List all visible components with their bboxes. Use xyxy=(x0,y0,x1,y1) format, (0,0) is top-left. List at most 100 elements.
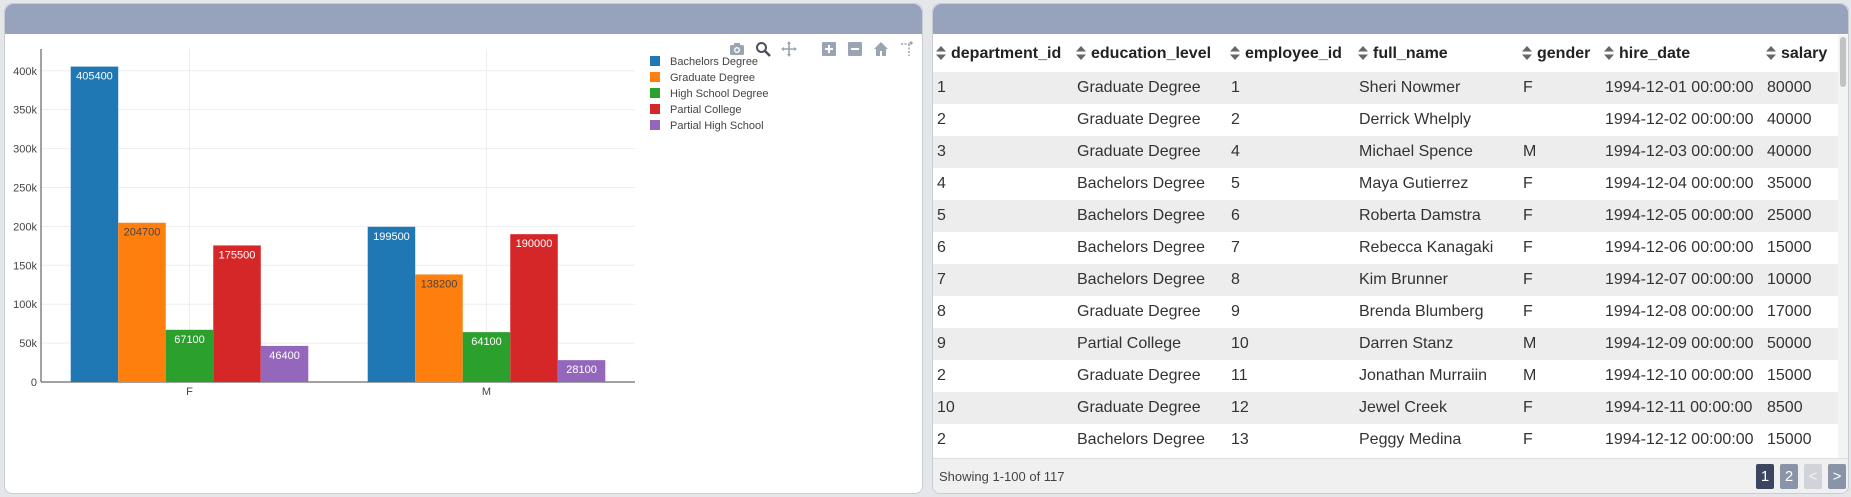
table-cell: 1994-12-09 00:00:00 xyxy=(1601,328,1763,360)
legend-swatch[interactable] xyxy=(650,120,660,130)
column-header-label: education_level xyxy=(1091,44,1212,62)
table-cell: 2 xyxy=(933,360,1073,392)
table-cell: F xyxy=(1519,392,1601,424)
table-cell: 9 xyxy=(1227,296,1355,328)
zoom-in-icon[interactable] xyxy=(819,40,839,58)
table-cell: Darren Stanz xyxy=(1355,328,1519,360)
table-cell: 8 xyxy=(1227,264,1355,296)
table-row[interactable]: 2 Graduate Degree 11 Jonathan Murraiin M 1994… xyxy=(933,360,1840,392)
spike-lines-icon[interactable] xyxy=(897,40,917,58)
bar-data-label: 204700 xyxy=(124,227,161,239)
bar-data-label: 67100 xyxy=(174,334,205,346)
sort-icon[interactable] xyxy=(1229,46,1241,61)
table-cell: 13 xyxy=(1227,424,1355,456)
sort-icon[interactable] xyxy=(1603,46,1615,61)
bar[interactable] xyxy=(415,274,463,382)
zoom-icon[interactable] xyxy=(753,40,773,58)
x-tick-label: F xyxy=(186,386,193,398)
table-row[interactable]: 4 Bachelors Degree 5 Maya Gutierrez F 1994-12… xyxy=(933,168,1840,200)
sort-icon[interactable] xyxy=(1357,46,1369,61)
bar[interactable] xyxy=(70,66,119,382)
table-cell: 50000 xyxy=(1763,328,1840,360)
table-cell: 15000 xyxy=(1763,232,1840,264)
bar-data-label: 28100 xyxy=(566,364,597,376)
table-row[interactable]: 5 Bachelors Degree 6 Roberta Damstra F 1994-1… xyxy=(933,200,1840,232)
table-cell: 1994-12-08 00:00:00 xyxy=(1601,296,1763,328)
vertical-scrollbar[interactable] xyxy=(1838,35,1848,460)
table-row[interactable]: 3 Graduate Degree 4 Michael Spence M 1994-12-… xyxy=(933,136,1840,168)
table-cell: 80000 xyxy=(1763,72,1840,104)
table-cell: M xyxy=(1519,328,1601,360)
column-header-department-id[interactable]: department_id xyxy=(933,35,1073,72)
table-cell: 1994-12-06 00:00:00 xyxy=(1601,232,1763,264)
bar[interactable] xyxy=(510,234,558,382)
column-header-gender[interactable]: gender xyxy=(1519,35,1601,72)
y-tick-label: 300k xyxy=(13,144,37,156)
column-header-salary[interactable]: salary xyxy=(1763,35,1840,72)
table-cell: 6 xyxy=(933,232,1073,264)
table-cell: 15000 xyxy=(1763,424,1840,456)
column-header-hire-date[interactable]: hire_date xyxy=(1601,35,1763,72)
previous-page-button[interactable]: < xyxy=(1804,464,1822,489)
table-cell: Brenda Blumberg xyxy=(1355,296,1519,328)
table-cell: Bachelors Degree xyxy=(1073,200,1227,232)
zoom-out-icon[interactable] xyxy=(845,40,865,58)
table-cell: Graduate Degree xyxy=(1073,72,1227,104)
table-cell: Rebecca Kanagaki xyxy=(1355,232,1519,264)
table-row[interactable]: 6 Bachelors Degree 7 Rebecca Kanagaki F 1994-… xyxy=(933,232,1840,264)
bar[interactable] xyxy=(213,245,261,382)
table-cell: 40000 xyxy=(1763,104,1840,136)
table-row[interactable]: 10 Graduate Degree 12 Jewel Creek F 1994-12-1… xyxy=(933,392,1840,424)
table-row[interactable]: 9 Partial College 10 Darren Stanz M 1994-12-0… xyxy=(933,328,1840,360)
page-button-2[interactable]: 2 xyxy=(1780,464,1798,489)
column-header-education-level[interactable]: education_level xyxy=(1073,35,1227,72)
table-cell: Maya Gutierrez xyxy=(1355,168,1519,200)
bar-data-label: 64100 xyxy=(471,336,502,348)
legend-label[interactable]: Partial High School xyxy=(670,120,764,132)
legend-swatch[interactable] xyxy=(650,104,660,114)
table-cell: 8 xyxy=(933,296,1073,328)
pan-icon[interactable] xyxy=(779,40,799,58)
bar[interactable] xyxy=(118,222,166,382)
table-cell: M xyxy=(1519,136,1601,168)
scrollbar-thumb[interactable] xyxy=(1840,37,1846,87)
home-icon[interactable] xyxy=(871,40,891,58)
table-cell: 1 xyxy=(933,72,1073,104)
sort-icon[interactable] xyxy=(1765,46,1777,61)
table-cell: Graduate Degree xyxy=(1073,104,1227,136)
legend-label[interactable]: Graduate Degree xyxy=(670,72,755,84)
bar-data-label: 199500 xyxy=(373,231,410,243)
camera-icon[interactable] xyxy=(727,40,747,58)
sort-icon[interactable] xyxy=(1521,46,1533,61)
table-cell: 1994-12-04 00:00:00 xyxy=(1601,168,1763,200)
table-scroll-area[interactable]: department_id education_level employee_id f… xyxy=(933,35,1840,460)
table-cell: 1994-12-03 00:00:00 xyxy=(1601,136,1763,168)
table-row[interactable]: 2 Bachelors Degree 13 Peggy Medina F 1994-12-… xyxy=(933,424,1840,456)
table-cell: 1 xyxy=(1227,72,1355,104)
legend-swatch[interactable] xyxy=(650,72,660,82)
sort-icon[interactable] xyxy=(935,46,947,61)
bar[interactable] xyxy=(367,226,416,382)
column-header-employee-id[interactable]: employee_id xyxy=(1227,35,1355,72)
next-page-button[interactable]: > xyxy=(1828,464,1846,489)
legend-label[interactable]: High School Degree xyxy=(670,88,768,100)
table-row[interactable]: 8 Graduate Degree 9 Brenda Blumberg F 1994-12… xyxy=(933,296,1840,328)
y-tick-label: 400k xyxy=(13,66,37,78)
table-cell: Graduate Degree xyxy=(1073,136,1227,168)
legend-label[interactable]: Partial College xyxy=(670,104,742,116)
table-row[interactable]: 2 Graduate Degree 2 Derrick Whelply 1994-12-… xyxy=(933,104,1840,136)
table-row[interactable]: 7 Bachelors Degree 8 Kim Brunner F 1994-12-07… xyxy=(933,264,1840,296)
table-row[interactable]: 1 Graduate Degree 1 Sheri Nowmer F 1994-12-01… xyxy=(933,72,1840,104)
column-header-full-name[interactable]: full_name xyxy=(1355,35,1519,72)
table-cell: 3 xyxy=(933,136,1073,168)
bar-chart[interactable]: 0 50k 100k 150k 200k 250k 300k 350k 400k F M 405400… xyxy=(5,4,923,494)
table-cell: F xyxy=(1519,200,1601,232)
legend-swatch[interactable] xyxy=(650,56,660,66)
table-cell: 2 xyxy=(1227,104,1355,136)
table-cell: 10 xyxy=(1227,328,1355,360)
sort-icon[interactable] xyxy=(1075,46,1087,61)
table-cell: 1994-12-07 00:00:00 xyxy=(1601,264,1763,296)
page-button-1[interactable]: 1 xyxy=(1756,464,1774,489)
legend-swatch[interactable] xyxy=(650,88,660,98)
table-cell: F xyxy=(1519,296,1601,328)
